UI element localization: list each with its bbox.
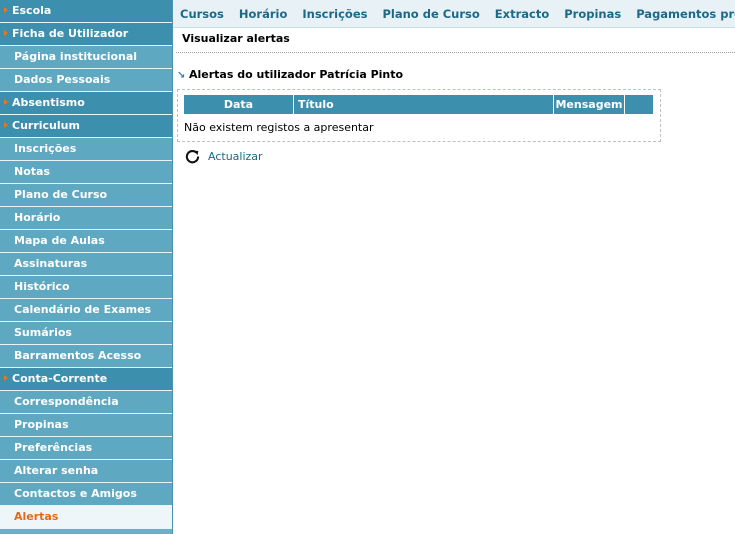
sidebar-item-alterar-senha[interactable]: Alterar senha — [0, 460, 172, 483]
nav-link-cursos[interactable]: Cursos — [180, 0, 224, 27]
sidebar-item-label: Assinaturas — [14, 257, 88, 270]
arrow-right-icon — [4, 7, 8, 13]
sidebar-item-label: Página institucional — [14, 50, 138, 63]
nav-link-propinas[interactable]: Propinas — [564, 0, 621, 27]
sidebar-item-propinas[interactable]: Propinas — [0, 414, 172, 437]
sidebar-item-label: Plano de Curso — [14, 188, 108, 201]
sidebar-item-sumarios[interactable]: Sumários — [0, 322, 172, 345]
sidebar-item-ficha-de-utilizador[interactable]: Ficha de Utilizador — [0, 23, 172, 46]
sidebar-item-label: Curriculum — [12, 119, 80, 132]
column-header-titulo[interactable]: Título — [293, 95, 554, 114]
sidebar-item-label: Ficha de Utilizador — [12, 27, 129, 40]
sidebar-item-absentismo[interactable]: Absentismo — [0, 92, 172, 115]
nav-link-extracto[interactable]: Extracto — [495, 0, 549, 27]
page-title: Visualizar alertas — [182, 32, 290, 45]
column-header-data[interactable]: Data — [184, 95, 294, 114]
sidebar-item-historico[interactable]: Histórico — [0, 276, 172, 299]
sidebar-item-label: Absentismo — [12, 96, 85, 109]
sidebar-item-alertas[interactable]: Alertas — [0, 506, 172, 529]
sidebar-item-calendario-de-exames[interactable]: Calendário de Exames — [0, 299, 172, 322]
sidebar-item-pagina-institucional[interactable]: Página institucional — [0, 46, 172, 69]
sidebar-item-label: Propinas — [14, 418, 69, 431]
sidebar-item-label: Inscrições — [14, 142, 77, 155]
alerts-table: Data Título Mensagem — [184, 95, 653, 114]
sidebar-item-label: Correspondência — [14, 395, 119, 408]
nav-link-plano-de-curso[interactable]: Plano de Curso — [382, 0, 479, 27]
arrow-right-icon — [4, 99, 8, 105]
sidebar-item-label: Histórico — [14, 280, 70, 293]
top-nav: Cursos Horário Inscrições Plano de Curso Ext… — [173, 0, 735, 28]
sidebar-item-horario[interactable]: Horário — [0, 207, 172, 230]
sidebar-item-assinaturas[interactable]: Assinaturas — [0, 253, 172, 276]
nav-link-inscricoes[interactable]: Inscrições — [302, 0, 367, 27]
empty-table-message: Não existem registos a apresentar — [184, 121, 374, 134]
sidebar-item-curriculum[interactable]: Curriculum — [0, 115, 172, 138]
sidebar-item-label: Sumários — [14, 326, 72, 339]
column-header-mensagem[interactable]: Mensagem — [553, 95, 625, 114]
sidebar-item-label: Contactos e Amigos — [14, 487, 137, 500]
refresh-button[interactable]: Actualizar — [185, 147, 263, 165]
sidebar-item-label: Preferências — [14, 441, 93, 454]
sidebar-item-label: Notas — [14, 165, 50, 178]
sidebar-item-plano-de-curso[interactable]: Plano de Curso — [0, 184, 172, 207]
sidebar-item-preferencias[interactable]: Preferências — [0, 437, 172, 460]
arrow-down-right-icon: ↘ — [177, 70, 186, 81]
sidebar-item-label: Alterar senha — [14, 464, 99, 477]
refresh-label: Actualizar — [208, 149, 263, 163]
sidebar-item-label: Alertas — [14, 510, 59, 523]
sidebar-item-mapa-de-aulas[interactable]: Mapa de Aulas — [0, 230, 172, 253]
sidebar-item-conta-corrente[interactable]: Conta-Corrente — [0, 368, 172, 391]
sidebar-item-label: Calendário de Exames — [14, 303, 152, 316]
sidebar-item-label: Barramentos Acesso — [14, 349, 142, 362]
arrow-right-icon — [4, 122, 8, 128]
sidebar-item-label: Horário — [14, 211, 61, 224]
sidebar-item-label: Conta-Corrente — [12, 372, 108, 385]
sidebar-item-escola[interactable]: Escola — [0, 0, 172, 23]
nav-link-horario[interactable]: Horário — [239, 0, 287, 27]
sidebar-item-label: Escola — [12, 4, 52, 17]
arrow-right-icon — [4, 30, 8, 36]
section-title: ↘ Alertas do utilizador Patrícia Pinto — [177, 68, 403, 81]
table-header-row: Data Título Mensagem — [184, 95, 653, 114]
nav-link-pagamentos-propinas[interactable]: Pagamentos propinas — [636, 0, 735, 27]
heading-divider — [176, 52, 735, 53]
refresh-icon — [185, 149, 200, 163]
arrow-right-icon — [4, 375, 8, 381]
alerts-table-container: Data Título Mensagem Não existem registo… — [177, 89, 661, 142]
sidebar-item-notas[interactable]: Notas — [0, 161, 172, 184]
column-header-actions — [624, 95, 653, 114]
sidebar: Escola Ficha de Utilizador Página instituc… — [0, 0, 173, 534]
sidebar-item-barramentos-acesso[interactable]: Barramentos Acesso — [0, 345, 172, 368]
sidebar-item-correspondencia[interactable]: Correspondência — [0, 391, 172, 414]
section-title-text: Alertas do utilizador Patrícia Pinto — [189, 68, 404, 81]
sidebar-item-inscricoes[interactable]: Inscrições — [0, 138, 172, 161]
sidebar-item-label: Mapa de Aulas — [14, 234, 105, 247]
sidebar-item-dados-pessoais[interactable]: Dados Pessoais — [0, 69, 172, 92]
sidebar-item-label: Dados Pessoais — [14, 73, 111, 86]
sidebar-item-contactos-e-amigos[interactable]: Contactos e Amigos — [0, 483, 172, 506]
